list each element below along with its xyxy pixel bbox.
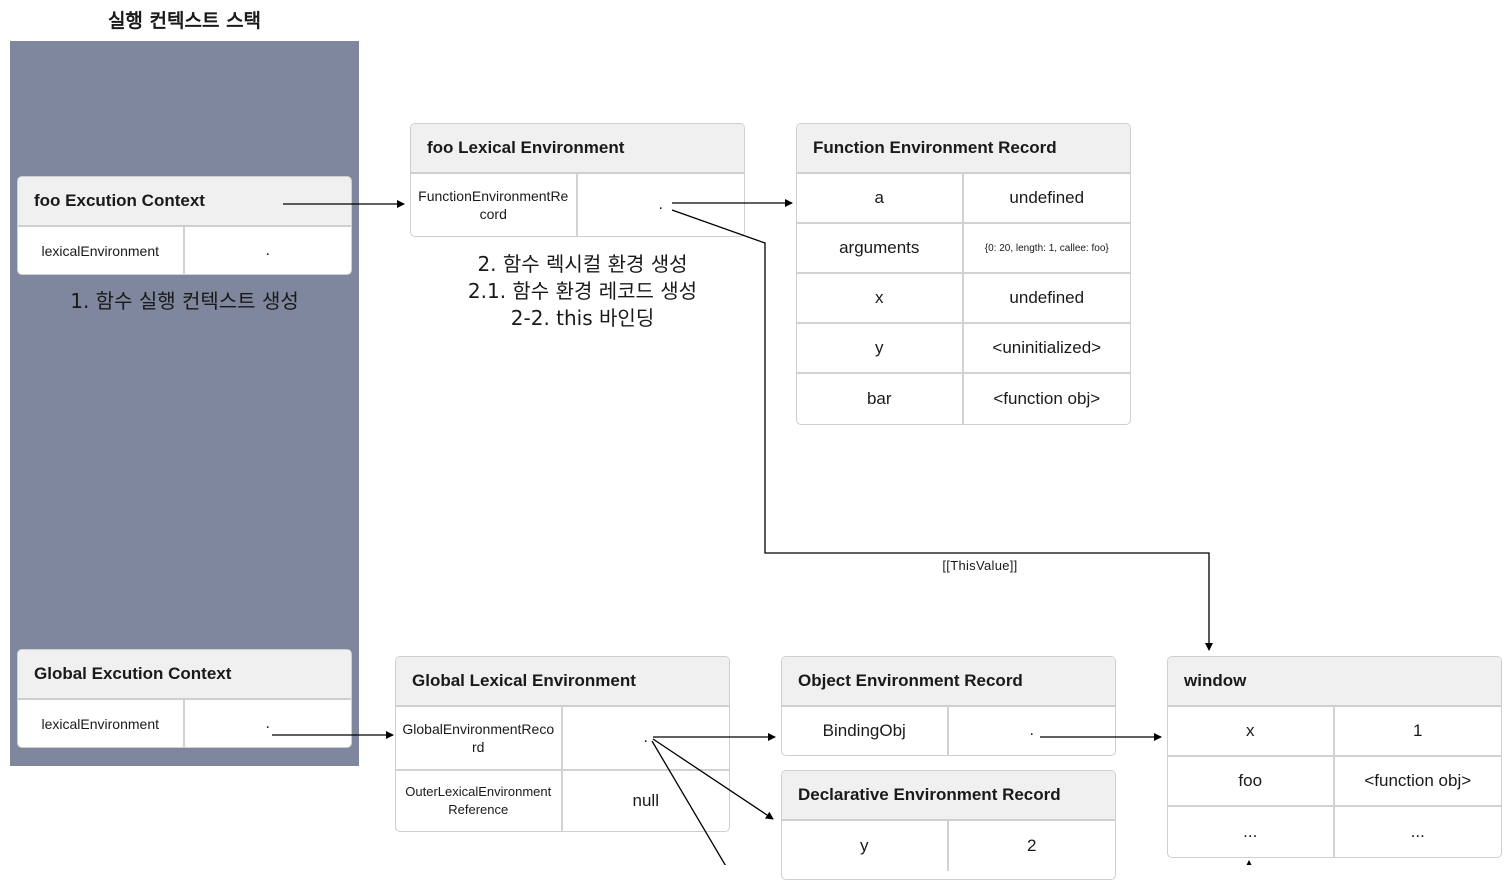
step-2-2-caption: 2-2. this 바인딩 bbox=[510, 306, 655, 330]
function-environment-record-title: Function Environment Record bbox=[797, 124, 1130, 174]
window-object: window x 1 foo <function obj> ... ... bbox=[1167, 656, 1502, 858]
table-row: OuterLexicalEnvironmentReference null bbox=[396, 771, 729, 831]
row-key: GlobalEnvironmentRecord bbox=[396, 707, 563, 769]
declarative-environment-record-title: Declarative Environment Record bbox=[782, 771, 1115, 821]
row-value: <function obj> bbox=[1364, 771, 1472, 790]
row-value: . bbox=[1029, 722, 1034, 739]
table-row: y <uninitialized> bbox=[797, 324, 1130, 374]
table-row: y 2 bbox=[782, 821, 1115, 871]
foo-execution-context: foo Excution Context lexicalEnvironment … bbox=[17, 176, 352, 275]
row-value: . bbox=[658, 196, 663, 213]
step-2-captions: 2. 함수 렉시컬 환경 생성 2.1. 함수 환경 레코드 생성 2-2. t… bbox=[430, 251, 735, 332]
table-row: lexicalEnvironment . bbox=[18, 227, 351, 274]
row-value: 2 bbox=[1027, 836, 1037, 855]
table-row: lexicalEnvironment . bbox=[18, 700, 351, 747]
row-key: ... bbox=[1168, 807, 1335, 857]
table-row: FunctionEnvironmentRecord . bbox=[411, 174, 744, 236]
declarative-environment-record: Declarative Environment Record y 2 bbox=[781, 770, 1116, 880]
global-execution-context-title: Global Excution Context bbox=[18, 650, 351, 700]
this-value-label: [[ThisValue]] bbox=[942, 558, 1018, 573]
table-row: BindingObj . bbox=[782, 707, 1115, 755]
global-lexical-environment: Global Lexical Environment GlobalEnviron… bbox=[395, 656, 730, 832]
row-value: <function obj> bbox=[993, 389, 1101, 408]
table-row: arguments {0: 20, length: 1, callee: foo… bbox=[797, 224, 1130, 274]
row-key: FunctionEnvironmentRecord bbox=[411, 174, 578, 236]
table-row: x undefined bbox=[797, 274, 1130, 324]
table-row: foo <function obj> bbox=[1168, 757, 1501, 807]
object-environment-record-title: Object Environment Record bbox=[782, 657, 1115, 707]
row-value: ... bbox=[1410, 822, 1425, 841]
row-key: y bbox=[782, 821, 949, 871]
table-row: a undefined bbox=[797, 174, 1130, 224]
window-object-title: window bbox=[1168, 657, 1501, 707]
foo-execution-context-title: foo Excution Context bbox=[18, 177, 351, 227]
row-value: undefined bbox=[1009, 188, 1085, 207]
row-key: BindingObj bbox=[782, 707, 949, 755]
row-value: 1 bbox=[1413, 721, 1423, 740]
row-value: . bbox=[265, 241, 270, 259]
foo-lexical-environment: foo Lexical Environment FunctionEnvironm… bbox=[410, 123, 745, 237]
table-row: bar <function obj> bbox=[797, 374, 1130, 424]
foo-lexical-environment-title: foo Lexical Environment bbox=[411, 124, 744, 174]
row-key: x bbox=[797, 274, 964, 322]
step-2-caption: 2. 함수 렉시컬 환경 생성 bbox=[477, 252, 688, 276]
row-value: undefined bbox=[1009, 288, 1085, 307]
table-row: x 1 bbox=[1168, 707, 1501, 757]
row-key: a bbox=[797, 174, 964, 222]
function-environment-record: Function Environment Record a undefined … bbox=[796, 123, 1131, 425]
row-value: {0: 20, length: 1, callee: foo} bbox=[984, 242, 1109, 254]
global-execution-context: Global Excution Context lexicalEnvironme… bbox=[17, 649, 352, 748]
row-key: arguments bbox=[797, 224, 964, 272]
table-row: ... ... bbox=[1168, 807, 1501, 857]
row-key: x bbox=[1168, 707, 1335, 755]
step-2-1-caption: 2.1. 함수 환경 레코드 생성 bbox=[467, 279, 698, 303]
step-1-caption: 1. 함수 실행 컨텍스트 생성 bbox=[70, 289, 299, 313]
row-value: null bbox=[632, 791, 659, 810]
row-value: <uninitialized> bbox=[992, 338, 1102, 357]
row-key: y bbox=[797, 324, 964, 372]
execution-stack-title: 실행 컨텍스트 스택 bbox=[107, 10, 262, 32]
global-lexical-environment-title: Global Lexical Environment bbox=[396, 657, 729, 707]
row-key: lexicalEnvironment bbox=[18, 227, 185, 274]
row-value: . bbox=[265, 714, 270, 732]
table-row: GlobalEnvironmentRecord . bbox=[396, 707, 729, 771]
row-key: bar bbox=[797, 374, 964, 424]
row-key: foo bbox=[1168, 757, 1335, 805]
row-key: OuterLexicalEnvironmentReference bbox=[396, 771, 563, 831]
row-key: lexicalEnvironment bbox=[18, 700, 185, 747]
row-value: . bbox=[643, 729, 648, 746]
object-environment-record: Object Environment Record BindingObj . bbox=[781, 656, 1116, 756]
